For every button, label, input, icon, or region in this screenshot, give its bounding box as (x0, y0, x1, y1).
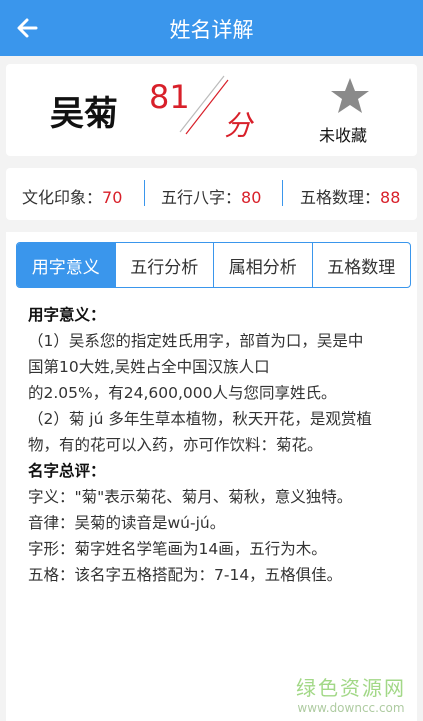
metric-label: 五行八字： (161, 188, 242, 207)
content-line: 的2.05%，有24,600,000人与您同享姓氏。 (28, 384, 337, 402)
metric-label: 文化印象： (22, 188, 103, 207)
favorite-label[interactable]: 未收藏 (319, 122, 367, 146)
watermark: 绿色资源网 www.downcc.com (286, 672, 416, 715)
metric-value: 88 (380, 188, 401, 207)
metric-wuge: 五格数理：88 (300, 184, 400, 208)
section-heading: 用字意义： (28, 306, 106, 324)
metric-value: 80 (241, 188, 262, 207)
star-icon[interactable] (322, 76, 378, 116)
content-line: （1）吴系您的指定姓氏用字，部首为口，吴是中 (28, 332, 364, 350)
watermark-title: 绿色资源网 (296, 676, 406, 700)
tab-wuge-numerology[interactable]: 五格数理 (313, 243, 411, 287)
tab-bar: 用字意义 五行分析 属相分析 五格数理 (16, 242, 411, 288)
content-line: 国第10大姓,吴姓占全中国汉族人口 (28, 358, 270, 376)
tab-wuxing-analysis[interactable]: 五行分析 (116, 243, 214, 287)
metric-wuxing: 五行八字：80 (161, 184, 261, 208)
tab-character-meaning[interactable]: 用字意义 (17, 243, 116, 287)
section-heading: 名字总评： (28, 462, 106, 480)
content-line: （2）菊 jú 多年生草本植物，秋天开花，是观赏植 (28, 410, 372, 428)
metric-culture: 文化印象：70 (22, 184, 122, 208)
detail-panel: 用字意义 五行分析 属相分析 五格数理 用字意义： （1）吴系您的指定姓氏用字，… (6, 232, 417, 721)
score-unit: 分 (224, 109, 253, 142)
content-line: 音律：吴菊的读音是wú-jú。 (28, 514, 226, 532)
score-slash-decoration (179, 75, 229, 135)
metrics-bar: 文化印象：70 五行八字：80 五格数理：88 (6, 168, 417, 220)
content-line: 五格：该名字五格搭配为：7-14，五格俱佳。 (28, 566, 343, 584)
app-header: 姓名详解 (0, 0, 423, 56)
content-line: 字义："菊"表示菊花、菊月、菊秋，意义独特。 (28, 488, 353, 506)
divider (144, 180, 145, 206)
watermark-url: www.downcc.com (297, 701, 405, 715)
content-line: 字形：菊字姓名学笔画为14画，五行为木。 (28, 540, 327, 558)
name-text: 吴菊 (50, 94, 118, 134)
content-line: 物，有的花可以入药，亦可作饮料：菊花。 (28, 436, 323, 454)
metric-value: 70 (102, 188, 123, 207)
page-title: 姓名详解 (169, 18, 254, 42)
tab-content: 用字意义： （1）吴系您的指定姓氏用字，部首为口，吴是中 国第10大姓,吴姓占全… (28, 302, 404, 588)
score-card: 吴菊 81 分 未收藏 (6, 64, 417, 156)
metric-label: 五格数理： (300, 188, 381, 207)
divider (282, 180, 283, 206)
tab-zodiac-analysis[interactable]: 属相分析 (214, 243, 313, 287)
